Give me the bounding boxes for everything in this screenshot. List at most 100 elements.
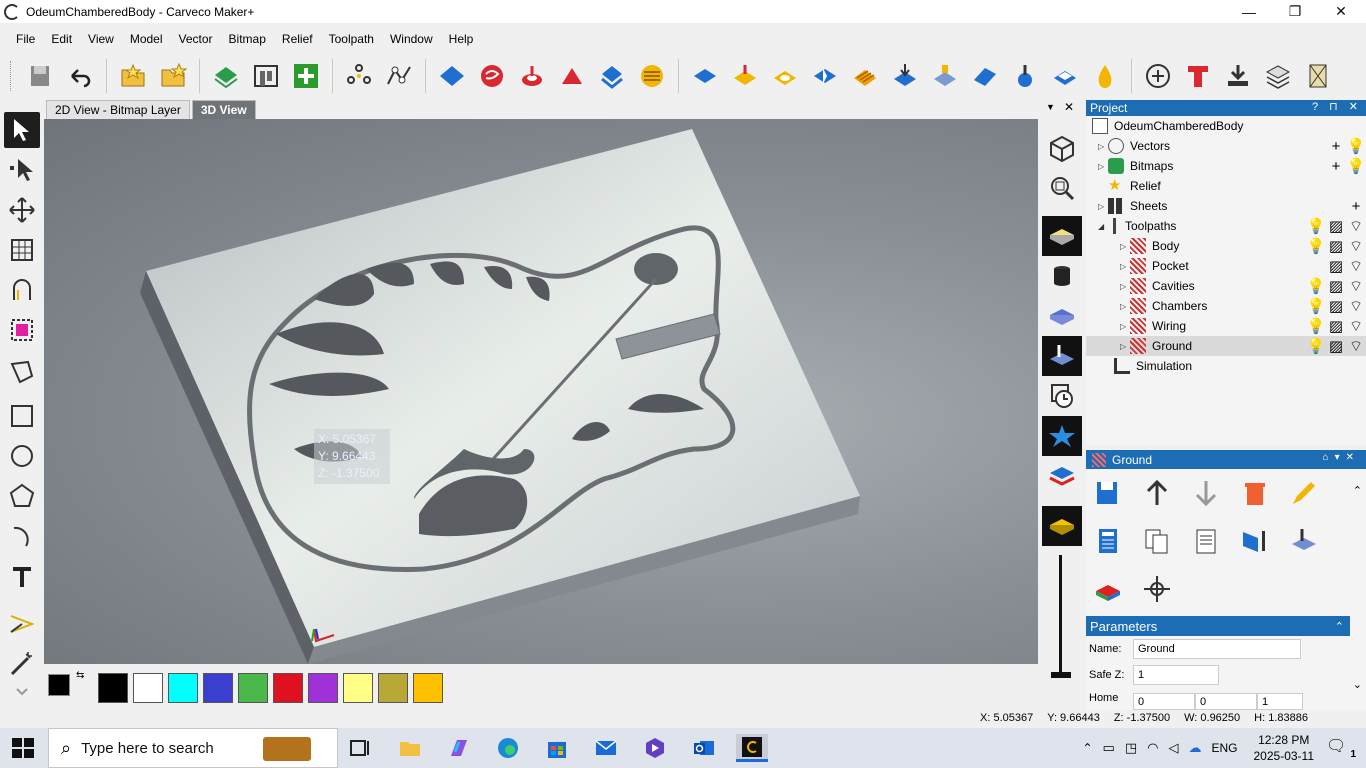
toolpath-vcarve-icon[interactable]: [808, 59, 842, 93]
3d-viewport[interactable]: X: 5.05367 Y: 9.66443 Z: -1.37500: [44, 119, 1038, 664]
grid-warp-icon[interactable]: [4, 232, 40, 268]
node-edit-icon[interactable]: [342, 59, 376, 93]
expand-arrow-icon[interactable]: ▷: [1098, 142, 1108, 151]
tab-3d-view[interactable]: 3D View: [191, 100, 256, 119]
toolpath-material-icon[interactable]: [1286, 523, 1322, 559]
home-z-field[interactable]: 1: [1257, 693, 1303, 710]
lightbulb-icon[interactable]: 💡: [1306, 218, 1326, 235]
parameters-header[interactable]: Parameters ⌃: [1086, 616, 1350, 636]
tooth-icon[interactable]: ⌔: [1346, 278, 1366, 295]
task-view-icon[interactable]: [344, 734, 376, 762]
collapse-chevron-icon[interactable]: ⌃: [1335, 620, 1344, 633]
minimize-button[interactable]: —: [1226, 0, 1272, 23]
toolpath-tool-icon[interactable]: [1008, 59, 1042, 93]
copilot-icon[interactable]: [443, 734, 475, 762]
toolpath-wiring[interactable]: ▷ Wiring 💡 ▨ ⌔: [1086, 316, 1366, 336]
sheet-layout-icon[interactable]: [249, 59, 283, 93]
save-toolpath-icon[interactable]: [1090, 475, 1126, 511]
edit-pencil-icon[interactable]: [1286, 475, 1322, 511]
more-tools-chevron-icon[interactable]: [4, 682, 40, 702]
hatch-icon[interactable]: ▨: [1326, 258, 1346, 275]
tooth-icon[interactable]: ⌔: [1346, 218, 1366, 235]
expand-arrow-icon[interactable]: ▷: [1098, 202, 1108, 211]
text-tool-icon[interactable]: [4, 558, 40, 594]
relief-shape-icon[interactable]: [435, 59, 469, 93]
layers-stack-icon[interactable]: [1261, 59, 1295, 93]
relief-revolve-icon[interactable]: [515, 59, 549, 93]
lightbulb-icon[interactable]: 💡: [1306, 298, 1326, 315]
add-bitmap-icon[interactable]: +: [1326, 158, 1346, 175]
restore-button[interactable]: ❐: [1272, 0, 1318, 23]
expand-arrow-icon[interactable]: ▷: [1120, 242, 1130, 251]
expand-arrow-icon[interactable]: ▷: [1120, 282, 1130, 291]
add-sheet-icon[interactable]: +: [1346, 198, 1366, 215]
menu-toolpath[interactable]: Toolpath: [321, 32, 382, 46]
swatch-blue[interactable]: [203, 673, 233, 703]
swatch-light-yellow[interactable]: [343, 673, 373, 703]
notifications-icon[interactable]: 🗨 1: [1326, 736, 1356, 760]
menu-view[interactable]: View: [80, 32, 122, 46]
layer-stack-blue-icon[interactable]: [1042, 456, 1082, 496]
menu-help[interactable]: Help: [441, 32, 482, 46]
swatch-white[interactable]: [133, 673, 163, 703]
lightbulb-icon[interactable]: 💡: [1306, 318, 1326, 335]
swatch-red[interactable]: [273, 673, 303, 703]
foreground-background-selector[interactable]: ⇆: [44, 670, 90, 706]
hatch-icon[interactable]: ▨: [1326, 298, 1346, 315]
toolpath-pocket-icon[interactable]: [768, 59, 802, 93]
microsoft-store-icon[interactable]: [541, 734, 573, 762]
select-arrow-icon[interactable]: [4, 112, 40, 148]
hatch-icon[interactable]: ▨: [1326, 278, 1346, 295]
menu-vector[interactable]: Vector: [171, 32, 221, 46]
pentagon-icon[interactable]: [4, 478, 40, 514]
menu-bitmap[interactable]: Bitmap: [221, 32, 274, 46]
tooth-icon[interactable]: ⌔: [1346, 258, 1366, 275]
expand-arrow-icon[interactable]: ▷: [1120, 322, 1130, 331]
carveco-taskbar-icon[interactable]: [736, 734, 768, 762]
menu-edit[interactable]: Edit: [43, 32, 80, 46]
tile-pattern-icon[interactable]: [1301, 59, 1335, 93]
swatch-cyan[interactable]: [168, 673, 198, 703]
mail-icon[interactable]: [590, 734, 622, 762]
toolpath-cavities[interactable]: ▷ Cavities 💡 ▨ ⌔: [1086, 276, 1366, 296]
download-icon[interactable]: [1221, 59, 1255, 93]
model-layer-icon[interactable]: [209, 59, 243, 93]
meet-camera-icon[interactable]: ◳: [1125, 740, 1137, 756]
view-iso-cube-icon[interactable]: [1042, 128, 1082, 168]
taskbar-search-box[interactable]: ⌕ Type here to search: [48, 728, 338, 768]
lightbulb-icon[interactable]: 💡: [1306, 238, 1326, 255]
arc-icon[interactable]: [4, 518, 40, 554]
app-purple-icon[interactable]: [639, 734, 671, 762]
onedrive-icon[interactable]: ☁: [1188, 740, 1201, 756]
new-project-icon[interactable]: [156, 59, 190, 93]
expand-arrow-icon[interactable]: ▷: [1120, 342, 1130, 351]
swatch-black[interactable]: [98, 673, 128, 703]
swatch-gold[interactable]: [413, 673, 443, 703]
volume-icon[interactable]: ◁: [1168, 740, 1178, 756]
calculate-tool-icon[interactable]: [1141, 59, 1175, 93]
polygon-draw-icon[interactable]: [4, 354, 40, 390]
tab-2d-view[interactable]: 2D View - Bitmap Layer: [46, 100, 190, 119]
safe-z-field[interactable]: 1: [1133, 665, 1219, 685]
toolpath-machine-relief-icon[interactable]: [928, 59, 962, 93]
zoom-slider-track[interactable]: [1059, 555, 1062, 675]
windows-start-icon[interactable]: [12, 738, 34, 758]
hatch-icon[interactable]: ▨: [1326, 338, 1346, 355]
toolpath-raster-icon[interactable]: [848, 59, 882, 93]
language-indicator[interactable]: ENG: [1211, 741, 1237, 755]
toolpath-body[interactable]: ▷ Body 💡 ▨ ⌔: [1086, 236, 1366, 256]
show-bitmap-icon[interactable]: [1042, 506, 1082, 546]
hatch-icon[interactable]: ▨: [1326, 318, 1346, 335]
toolpath-pocket[interactable]: ▷ Pocket ▨ ⌔: [1086, 256, 1366, 276]
toolpath-preview-icon[interactable]: [1237, 523, 1273, 559]
trim-extend-icon[interactable]: [4, 606, 40, 642]
tooth-icon[interactable]: ⌔: [1346, 318, 1366, 335]
toolpath-chambers[interactable]: ▷ Chambers 💡 ▨ ⌔: [1086, 296, 1366, 316]
show-material-icon[interactable]: [1042, 296, 1082, 336]
outlook-icon[interactable]: [688, 734, 720, 762]
ink-drop-icon[interactable]: [1088, 59, 1122, 93]
tree-item-bitmaps[interactable]: ▷ Bitmaps + 💡: [1086, 156, 1366, 176]
expand-arrow-icon[interactable]: ▷: [1120, 262, 1130, 271]
save-icon[interactable]: [23, 59, 57, 93]
notes-icon[interactable]: [1188, 523, 1224, 559]
